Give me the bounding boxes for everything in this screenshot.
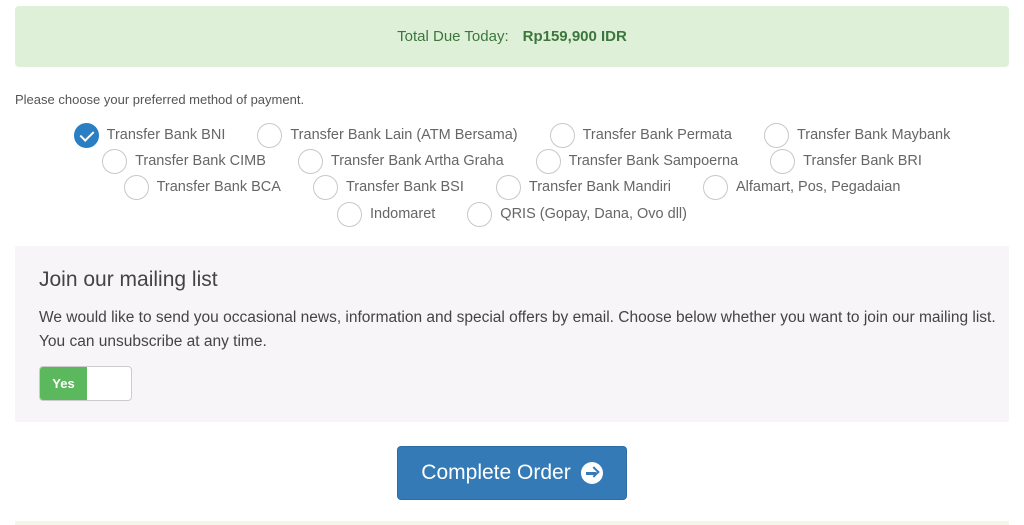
- radio-icon[interactable]: [337, 201, 362, 227]
- mailing-list-panel: Join our mailing list We would like to s…: [15, 246, 1009, 422]
- payment-row-1: Transfer Bank BNI Transfer Bank Lain (AT…: [0, 122, 1024, 148]
- payment-option-label: Transfer Bank BNI: [106, 127, 226, 143]
- total-due-amount: Rp159,900 IDR: [522, 28, 627, 45]
- radio-icon[interactable]: [495, 174, 521, 200]
- radio-icon[interactable]: [535, 148, 561, 174]
- payment-option-label: Indomaret: [370, 206, 436, 222]
- arrow-circle-right-icon: [580, 462, 603, 484]
- payment-option-maybank[interactable]: Transfer Bank Maybank: [763, 122, 951, 148]
- payment-option-label: Alfamart, Pos, Pegadaian: [735, 179, 901, 195]
- complete-order-button[interactable]: Complete Order: [397, 446, 627, 500]
- radio-icon[interactable]: [702, 174, 728, 200]
- radio-icon[interactable]: [770, 148, 796, 174]
- mailing-list-toggle[interactable]: Yes: [39, 366, 132, 401]
- radio-icon[interactable]: [297, 148, 323, 174]
- payment-option-label: Transfer Bank BRI: [803, 153, 922, 169]
- payment-option-permata[interactable]: Transfer Bank Permata: [549, 122, 732, 148]
- payment-option-sampoerna[interactable]: Transfer Bank Sampoerna: [535, 148, 739, 174]
- radio-icon[interactable]: [467, 201, 493, 227]
- payment-option-label: Transfer Bank BCA: [156, 179, 281, 195]
- radio-icon[interactable]: [312, 174, 338, 200]
- payment-option-cimb[interactable]: Transfer Bank CIMB: [102, 148, 266, 174]
- payment-method-prompt: Please choose your preferred method of p…: [15, 92, 305, 107]
- payment-option-label: Transfer Bank Artha Graha: [330, 153, 504, 169]
- toggle-on-label[interactable]: Yes: [40, 367, 87, 400]
- payment-option-label: Transfer Bank Sampoerna: [568, 153, 739, 169]
- radio-checked-icon[interactable]: [73, 122, 99, 148]
- payment-option-label: Transfer Bank CIMB: [135, 153, 266, 169]
- payment-option-label: Transfer Bank Maybank: [796, 127, 951, 143]
- complete-order-label: Complete Order: [421, 461, 571, 484]
- radio-icon[interactable]: [257, 122, 283, 148]
- payment-option-label: Transfer Bank BSI: [345, 179, 464, 195]
- payment-option-bca[interactable]: Transfer Bank BCA: [123, 174, 281, 200]
- toggle-off-area[interactable]: [87, 367, 131, 400]
- payment-option-bsi[interactable]: Transfer Bank BSI: [312, 174, 464, 200]
- payment-option-qris[interactable]: QRIS (Gopay, Dana, Ovo dll): [467, 201, 687, 227]
- bottom-strip: [15, 521, 1009, 525]
- payment-option-bank-lain[interactable]: Transfer Bank Lain (ATM Bersama): [257, 122, 518, 148]
- payment-row-2: Transfer Bank CIMB Transfer Bank Artha G…: [0, 148, 1024, 174]
- payment-option-label: QRIS (Gopay, Dana, Ovo dll): [500, 206, 687, 222]
- total-due-label: Total Due Today:: [397, 28, 509, 45]
- payment-option-indomaret[interactable]: Indomaret: [337, 201, 436, 227]
- payment-option-mandiri[interactable]: Transfer Bank Mandiri: [495, 174, 671, 200]
- payment-option-bni[interactable]: Transfer Bank BNI: [73, 122, 226, 148]
- payment-option-label: Transfer Bank Lain (ATM Bersama): [290, 127, 518, 143]
- payment-option-bri[interactable]: Transfer Bank BRI: [770, 148, 922, 174]
- mailing-list-description: We would like to send you occasional new…: [39, 309, 996, 350]
- total-due-banner: Total Due Today: Rp159,900 IDR: [15, 6, 1009, 67]
- payment-option-label: Transfer Bank Mandiri: [528, 179, 671, 195]
- radio-icon[interactable]: [123, 174, 149, 200]
- payment-row-4: Indomaret QRIS (Gopay, Dana, Ovo dll): [0, 201, 1024, 227]
- payment-option-alfamart[interactable]: Alfamart, Pos, Pegadaian: [702, 174, 901, 200]
- payment-row-3: Transfer Bank BCA Transfer Bank BSI Tran…: [0, 174, 1024, 200]
- radio-icon[interactable]: [549, 122, 575, 148]
- mailing-list-title: Join our mailing list: [39, 268, 218, 291]
- radio-icon[interactable]: [763, 122, 789, 148]
- payment-option-artha-graha[interactable]: Transfer Bank Artha Graha: [297, 148, 504, 174]
- radio-icon[interactable]: [102, 148, 128, 174]
- payment-option-label: Transfer Bank Permata: [582, 127, 732, 143]
